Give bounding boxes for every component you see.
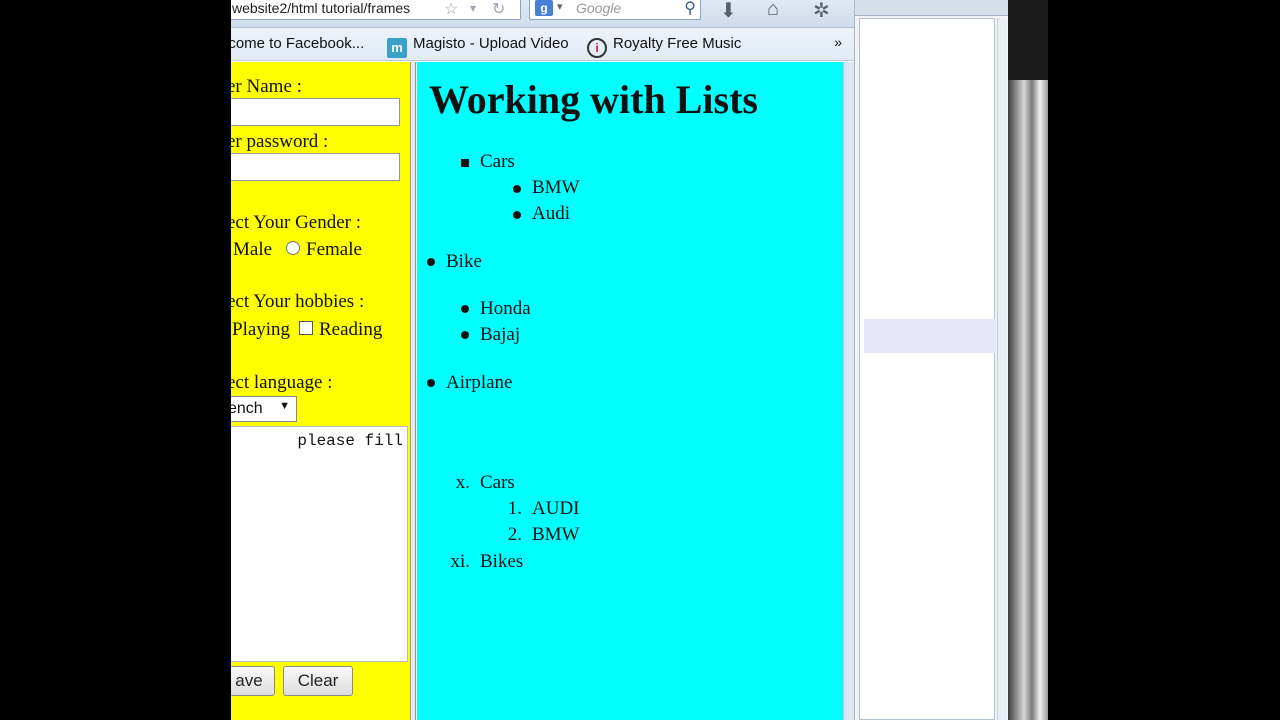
username-label: er Name : (231, 76, 302, 97)
disc-bullet (427, 379, 435, 387)
reload-icon[interactable]: ↻ (492, 0, 505, 19)
gender-male-option[interactable]: Male (233, 239, 272, 261)
list-item-bajaj: Bajaj (480, 324, 521, 345)
hobbies-label: ect Your hobbies : (231, 291, 365, 312)
username-input[interactable] (231, 98, 400, 126)
bookmark-magisto[interactable]: m Magisto - Upload Video (387, 35, 569, 58)
list-item-audi: Audi (532, 203, 570, 224)
frame-divider[interactable] (410, 62, 416, 720)
disc-bullet (461, 331, 469, 339)
female-radio[interactable] (286, 241, 300, 255)
background-window (854, 0, 1009, 720)
password-label: er password : (231, 131, 329, 152)
hobby-reading-label: Reading (319, 319, 383, 340)
background-window-scrollbar[interactable] (997, 18, 1007, 720)
download-icon[interactable]: ⬇ (720, 0, 737, 23)
search-box[interactable]: g ▾ Google ⚲ (529, 0, 701, 20)
magisto-icon: m (387, 38, 407, 58)
list-item-airplane: Airplane (446, 372, 513, 393)
disc-bullet (427, 258, 435, 266)
desktop-wallpaper-dark (1008, 0, 1048, 80)
hobby-reading-option[interactable]: Reading (299, 319, 382, 341)
ordered-marker: 2. (507, 524, 522, 545)
search-icon[interactable]: ⚲ (684, 0, 696, 18)
ordered-marker: xi. (450, 551, 470, 572)
reading-checkbox[interactable] (299, 321, 313, 335)
chevron-down-icon[interactable]: ▼ (279, 400, 290, 412)
save-button[interactable]: ave (231, 666, 275, 696)
bookmark-magisto-label: Magisto - Upload Video (413, 35, 569, 52)
hobby-playing-option[interactable]: Playing (232, 319, 290, 341)
home-icon[interactable]: ⌂ (767, 0, 779, 21)
language-select[interactable]: ench ▼ (231, 396, 297, 422)
address-text: website2/html tutorial/frames (232, 0, 411, 16)
background-window-pane (859, 18, 996, 720)
ordered-item-bmw: BMW (532, 524, 580, 545)
textarea-text: please fill (297, 432, 403, 450)
addon-icon[interactable]: ✲ (813, 0, 830, 23)
disc-bullet (513, 185, 521, 193)
address-bar[interactable]: website2/html tutorial/frames ☆ ▾ ↻ (231, 0, 521, 20)
hobby-playing-label: Playing (232, 319, 291, 340)
comments-textarea[interactable]: please fill (231, 426, 408, 662)
gender-female-label: Female (306, 239, 362, 260)
form-frame: er Name : er password : ect Your Gender … (231, 62, 410, 720)
language-selected-value: ench (231, 400, 263, 417)
history-dropdown-icon[interactable]: ▾ (470, 1, 476, 15)
list-item-bike: Bike (446, 251, 482, 272)
bookmarks-overflow-icon[interactable]: » (834, 34, 842, 50)
search-placeholder: Google (576, 0, 622, 16)
disc-bullet (513, 211, 521, 219)
star-icon[interactable]: ☆ (444, 0, 458, 19)
bookmark-royalty[interactable]: i Royalty Free Music (587, 35, 741, 58)
browser-window: website2/html tutorial/frames ☆ ▾ ↻ g ▾ … (231, 0, 854, 720)
square-bullet (461, 159, 469, 167)
ordered-item-cars: Cars (480, 472, 515, 493)
bookmark-facebook[interactable]: lcome to Facebook... (231, 35, 364, 52)
gender-female-option[interactable]: Female (286, 239, 362, 261)
lists-frame: Working with Lists Cars BMW Audi Bike Ho… (417, 62, 843, 720)
bookmark-facebook-label: lcome to Facebook... (231, 35, 365, 52)
ordered-item-bikes: Bikes (480, 551, 524, 572)
page-title: Working with Lists (429, 77, 758, 122)
ordered-marker: x. (455, 472, 470, 493)
password-input[interactable] (231, 153, 400, 181)
ordered-item-audi: AUDI (532, 498, 580, 519)
desktop-wallpaper (1008, 0, 1048, 720)
info-icon: i (587, 38, 607, 58)
navigation-toolbar: website2/html tutorial/frames ☆ ▾ ↻ g ▾ … (231, 0, 854, 28)
bookmark-royalty-label: Royalty Free Music (613, 35, 742, 52)
clear-button[interactable]: Clear (283, 666, 353, 696)
browser-scrollbar[interactable] (843, 62, 854, 720)
gender-label: ect Your Gender : (231, 212, 362, 233)
google-engine-icon[interactable]: g (535, 0, 553, 16)
ordered-marker: 1. (507, 498, 522, 519)
list-item-bmw: BMW (532, 177, 580, 198)
language-label: ect language : (231, 372, 333, 393)
bookmarks-bar: lcome to Facebook... m Magisto - Upload V… (231, 28, 854, 61)
gender-male-label: Male (233, 239, 273, 260)
list-item-honda: Honda (480, 298, 531, 319)
engine-dropdown-icon[interactable]: ▾ (557, 0, 563, 13)
disc-bullet (461, 305, 469, 313)
list-item-cars: Cars (480, 151, 515, 172)
background-window-toolbar (855, 0, 1009, 16)
selected-row[interactable] (864, 319, 996, 353)
